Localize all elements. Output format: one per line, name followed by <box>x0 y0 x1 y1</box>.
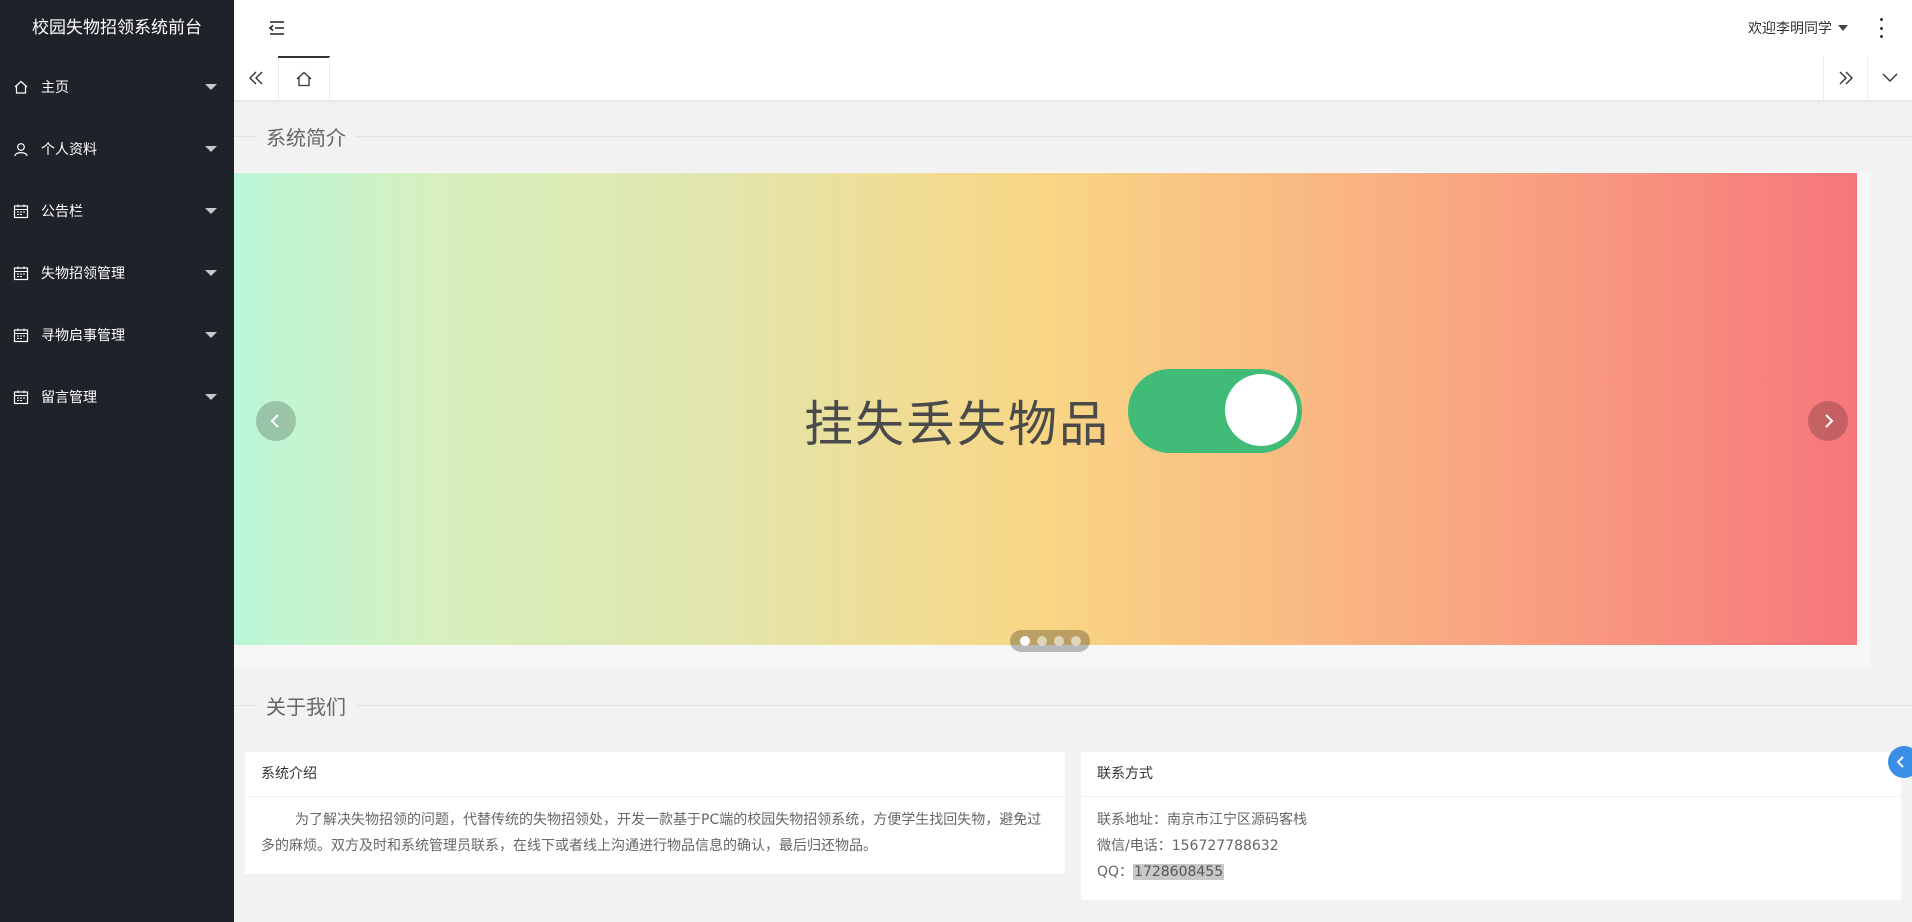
menu-toggle-icon[interactable] <box>267 18 287 38</box>
address-value: 南京市江宁区源码客栈 <box>1167 812 1307 828</box>
phone-line: 微信/电话：156727788632 <box>1097 833 1885 859</box>
toggle-switch-graphic <box>1128 369 1302 453</box>
caret-down-icon <box>205 394 217 400</box>
chevron-right-icon <box>1825 414 1834 428</box>
carousel-slide: 挂失丢失物品 <box>234 173 1857 645</box>
sidebar-item-label: 个人资料 <box>41 142 97 158</box>
calendar-icon <box>13 328 29 343</box>
contact-card: 联系方式 联系地址：南京市江宁区源码客栈 微信/电话：156727788632 … <box>1081 752 1901 900</box>
section-divider <box>234 136 1912 137</box>
carousel-dot[interactable] <box>1036 636 1047 646</box>
carousel-dot[interactable] <box>1070 636 1081 646</box>
chevron-down-icon <box>1882 73 1898 82</box>
calendar-icon <box>13 204 29 219</box>
sidebar-item-lost-found[interactable]: 失物招领管理 <box>0 242 234 304</box>
section-title-about: 关于我们 <box>256 691 356 720</box>
caret-down-icon <box>205 146 217 152</box>
qq-line: QQ：1728608455 <box>1097 859 1885 885</box>
sidebar-item-search-notice[interactable]: 寻物启事管理 <box>0 304 234 366</box>
home-icon <box>14 80 28 94</box>
sidebar-item-home[interactable]: 主页 <box>0 56 234 118</box>
carousel-next-button[interactable] <box>1808 401 1848 441</box>
tab-bar <box>234 56 1912 101</box>
carousel: 挂失丢失物品 <box>234 172 1870 668</box>
carousel-prev-button[interactable] <box>256 401 296 441</box>
qq-value: 1728608455 <box>1133 864 1225 880</box>
more-vertical-icon[interactable] <box>1878 18 1884 38</box>
sidebar-item-messages[interactable]: 留言管理 <box>0 366 234 428</box>
sidebar-item-label: 公告栏 <box>41 204 83 220</box>
top-header: 欢迎李明同学 <box>234 0 1912 57</box>
chevron-left-icon <box>270 414 279 428</box>
double-chevron-right-icon <box>1839 71 1853 85</box>
phone-value: 156727788632 <box>1171 838 1279 854</box>
carousel-dot[interactable] <box>1019 636 1030 646</box>
section-divider <box>234 705 1912 706</box>
calendar-icon <box>13 266 29 281</box>
intro-text: 为了解决失物招领的问题，代替传统的失物招领处，开发一款基于PC端的校园失物招领系… <box>261 812 1042 854</box>
carousel-indicators <box>1010 630 1090 652</box>
sidebar-item-label: 失物招领管理 <box>41 266 125 282</box>
home-icon <box>296 71 311 87</box>
caret-down-icon <box>205 332 217 338</box>
card-title: 系统介绍 <box>245 752 1065 797</box>
sidebar-item-label: 主页 <box>41 80 69 96</box>
sidebar-item-label: 寻物启事管理 <box>41 328 125 344</box>
phone-label: 微信/电话： <box>1097 838 1172 854</box>
caret-down-icon <box>1838 25 1848 31</box>
sidebar-item-label: 留言管理 <box>41 390 97 406</box>
double-chevron-left-icon <box>249 71 263 85</box>
sidebar-item-profile[interactable]: 个人资料 <box>0 118 234 180</box>
side-expand-button[interactable] <box>1888 746 1912 778</box>
sidebar: 校园失物招领系统前台 主页 个人资料 公告栏 失物招领管理 寻物启事管理 留言管… <box>0 0 234 922</box>
welcome-text: 欢迎李明同学 <box>1748 21 1832 37</box>
intro-card: 系统介绍 为了解决失物招领的问题，代替传统的失物招领处，开发一款基于PC端的校园… <box>245 752 1065 874</box>
card-title: 联系方式 <box>1081 752 1901 797</box>
slide-text: 挂失丢失物品 <box>804 396 1111 453</box>
tab-scroll-left-button[interactable] <box>234 56 279 100</box>
app-title: 校园失物招领系统前台 <box>32 18 202 38</box>
caret-down-icon <box>205 270 217 276</box>
tab-home[interactable] <box>278 56 330 100</box>
user-menu[interactable]: 欢迎李明同学 <box>1748 18 1848 38</box>
sidebar-item-notice[interactable]: 公告栏 <box>0 180 234 242</box>
address-label: 联系地址： <box>1097 812 1167 828</box>
address-line: 联系地址：南京市江宁区源码客栈 <box>1097 807 1885 833</box>
user-icon <box>14 143 28 157</box>
carousel-dot[interactable] <box>1053 636 1064 646</box>
calendar-icon <box>13 390 29 405</box>
chevron-left-icon <box>1896 756 1904 768</box>
contact-info: 联系地址：南京市江宁区源码客栈 微信/电话：156727788632 QQ：17… <box>1081 797 1901 895</box>
qq-label: QQ： <box>1097 864 1134 880</box>
tab-options-button[interactable] <box>1867 56 1912 100</box>
section-title-intro: 系统简介 <box>256 122 356 151</box>
caret-down-icon <box>205 208 217 214</box>
caret-down-icon <box>205 84 217 90</box>
tab-scroll-right-button[interactable] <box>1823 56 1868 100</box>
